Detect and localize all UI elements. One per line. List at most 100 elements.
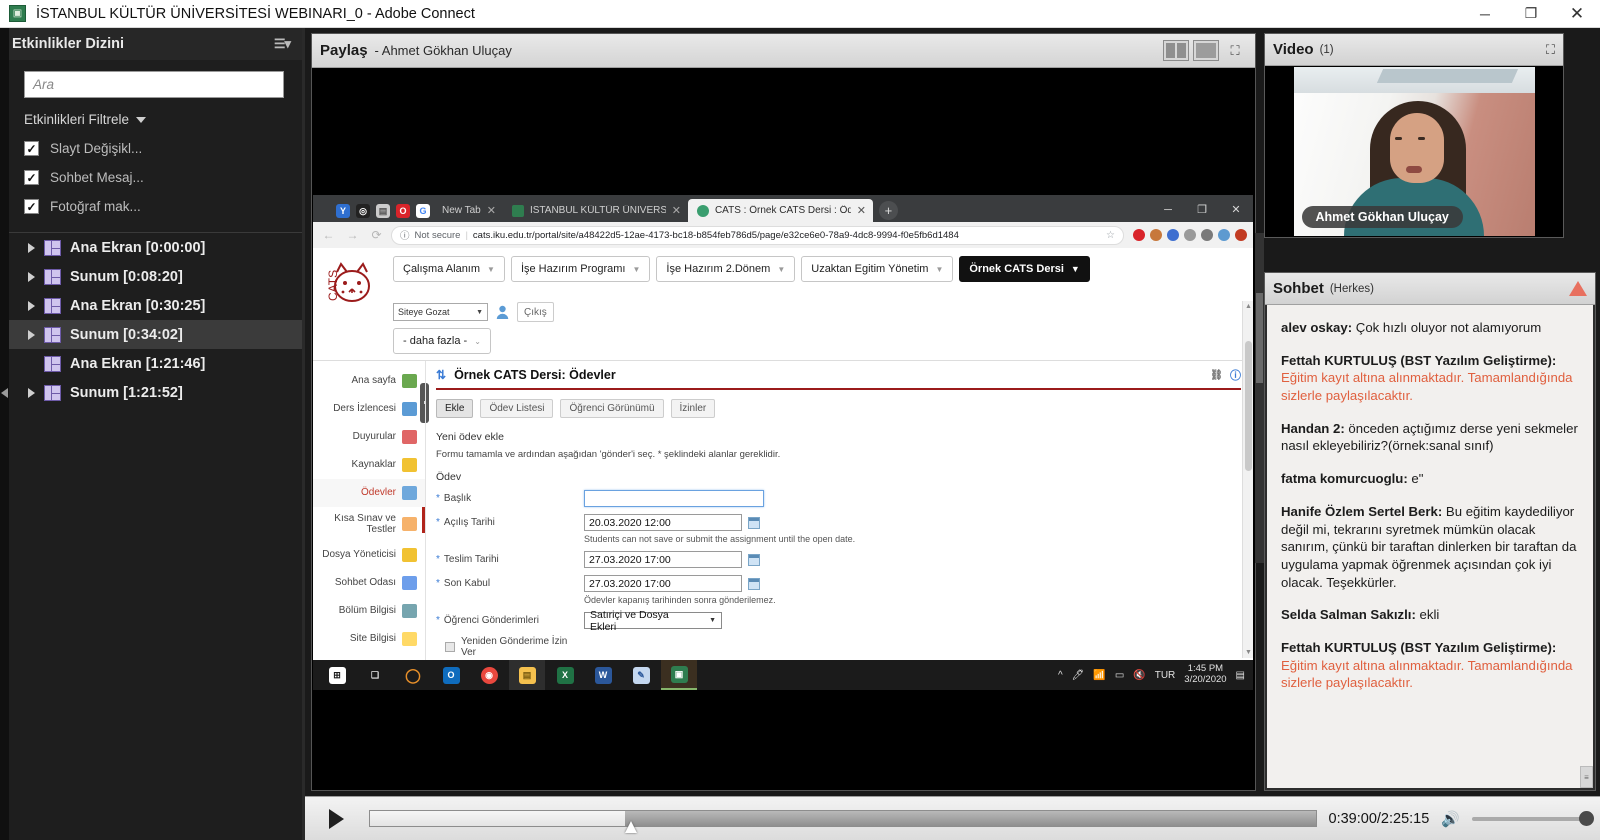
tool-kisa-sinav-ve-testler[interactable]: Kısa Sınav ve Testler [313,507,425,541]
tool-sohbet-odasi[interactable]: Sohbet Odası [313,569,425,597]
nav-item-ise-hazirim-programi[interactable]: İşe Hazırım Programı ▼ [511,256,650,282]
calendar-icon[interactable] [748,517,760,529]
hamburger-icon[interactable]: ☰▾ [274,36,290,52]
close-icon[interactable]: ✕ [487,204,496,217]
maximize-button[interactable]: ❐ [1508,0,1554,28]
browser-tab-iku[interactable]: İSTANBUL KÜLTÜR ÜNİVERSİTES ✕ [503,199,688,222]
due-date-input[interactable]: 27.03.2020 17:00 [584,551,742,568]
tool-ders-izlencesi[interactable]: Ders İzlencesi [313,395,425,423]
reload-icon[interactable]: ⟳ [367,226,386,245]
search-input[interactable]: Ara [24,71,284,98]
paint-icon[interactable]: ✎ [623,660,659,690]
extension-icon-3[interactable] [1167,229,1179,241]
scroll-up-icon[interactable]: ▲ [1245,303,1252,310]
filter-checkbox-chat[interactable]: ✓ Sohbet Mesaj... [24,170,302,185]
calendar-icon[interactable] [748,554,760,566]
volume-muted-icon[interactable]: 🔇 [1133,670,1145,681]
full-layout-icon[interactable] [1193,40,1219,61]
event-item-3-selected[interactable]: Sunum [0:34:02] [0,320,302,349]
submissions-select[interactable]: Satıriçi ve Dosya Ekleri ▼ [584,612,722,629]
nav-item-uzaktan-egitim-yonetim[interactable]: Uzaktan Egitim Yönetim ▼ [801,256,953,282]
play-button[interactable] [315,802,357,836]
close-button[interactable]: ✕ [1554,0,1600,28]
tool-duyurular[interactable]: Duyurular [313,423,425,451]
link-icon[interactable]: ⛓ [1210,370,1223,381]
extension-icon-6[interactable] [1218,229,1230,241]
close-icon[interactable]: ✕ [857,204,866,217]
expand-arrow-icon[interactable] [28,301,35,311]
minimize-button[interactable]: ─ [1462,0,1508,28]
extension-icon-1[interactable] [1133,229,1145,241]
close-icon[interactable]: ✕ [672,204,681,217]
tool-ana-sayfa[interactable]: Ana sayfa [313,367,425,395]
filter-checkbox-slide[interactable]: ✓ Slayt Değişikl... [24,141,302,156]
address-bar[interactable]: ⓘ Not secure | cats.iku.edu.tr/portal/si… [391,226,1124,245]
tab-ogrenci-gorunumu[interactable]: Öğrenci Görünümü [560,399,663,418]
bookmark-favicon-3[interactable]: ▤ [373,200,393,222]
wifi-icon[interactable]: 📶 [1093,670,1105,681]
collapse-arrow-icon[interactable] [1,388,8,398]
browser-restore-button[interactable]: ❐ [1185,197,1219,222]
volume-slider[interactable] [1472,817,1590,821]
event-item-5[interactable]: Sunum [1:21:52] [0,378,302,407]
user-avatar-icon[interactable] [496,305,509,319]
resubmit-checkbox-row[interactable]: Yeniden Gönderime İzin Ver [436,636,584,658]
tool-dosya-yoneticisi[interactable]: Dosya Yöneticisi [313,541,425,569]
page-scrollbar[interactable]: ▲ ▼ [1242,301,1253,658]
progress-handle[interactable] [625,821,637,833]
progress-bar[interactable] [369,810,1317,827]
warning-triangle-icon[interactable] [1569,281,1587,296]
pen-icon[interactable]: 🖊 [1072,670,1085,681]
bookmark-favicon-2[interactable]: ◎ [353,200,373,222]
chrome-icon[interactable]: ◉ [471,660,507,690]
tool-bolum-bilgisi[interactable]: Bölüm Bilgisi [313,597,425,625]
tool-kaynaklar[interactable]: Kaynaklar [313,451,425,479]
event-item-2[interactable]: Ana Ekran [0:30:25] [0,291,302,320]
clock[interactable]: 1:45 PM 3/20/2020 [1184,664,1226,686]
tab-izinler[interactable]: İzinler [671,399,716,418]
calendar-icon[interactable] [748,578,760,590]
star-icon[interactable]: ☆ [1106,230,1115,241]
site-browse-select[interactable]: Siteye Gozat ▼ [393,303,488,321]
scrollbar-thumb[interactable] [1245,341,1252,471]
extension-icon-5[interactable] [1201,229,1213,241]
accept-until-input[interactable]: 27.03.2020 17:00 [584,575,742,592]
event-item-0[interactable]: Ana Ekran [0:00:00] [0,233,302,262]
expand-arrow-icon[interactable] [28,388,35,398]
windows-start-icon[interactable]: ⊞ [319,660,355,690]
event-item-4[interactable]: Ana Ekran [1:21:46] [0,349,302,378]
nav-item-ornek-cats-dersi-active[interactable]: Örnek CATS Dersi ▼ [959,256,1089,282]
profile-avatar-icon[interactable] [1235,229,1247,241]
expand-arrow-icon[interactable] [28,243,35,253]
browser-minimize-button[interactable]: ─ [1151,197,1185,222]
scrollbar-thumb[interactable] [1256,293,1263,383]
fullscreen-icon[interactable]: ⛶ [1546,42,1555,58]
pods-scrollbar[interactable] [1255,233,1264,563]
browser-tab-new-tab[interactable]: New Tab ✕ [433,199,503,222]
back-arrow-icon[interactable]: ← [319,226,338,245]
browser-tab-cats[interactable]: CATS : Örnek CATS Dersi : Ödevl ✕ [688,199,873,222]
word-icon[interactable]: W [585,660,621,690]
tab-odev-listesi[interactable]: Ödev Listesi [480,399,553,418]
split-layout-icon[interactable] [1163,40,1189,61]
forward-arrow-icon[interactable]: → [343,226,362,245]
browser-close-button[interactable]: ✕ [1219,197,1253,222]
chat-message-list[interactable]: alev oskay: Çok hızlı oluyor not alamıyo… [1267,305,1593,788]
expand-arrow-icon[interactable] [28,272,35,282]
help-info-icon[interactable]: ⓘ [1230,367,1241,383]
adobe-connect-taskbar-icon[interactable]: ▣ [661,660,697,690]
fullscreen-icon[interactable]: ⛶ [1223,40,1247,61]
title-input[interactable] [584,490,764,507]
filter-events-dropdown[interactable]: Etkinlikleri Filtrele [24,112,302,127]
logout-button[interactable]: Çıkış [517,302,554,322]
file-explorer-icon[interactable]: ▤ [509,660,545,690]
nav-item-more[interactable]: - daha fazla - ⌄ [393,328,491,354]
event-item-1[interactable]: Sunum [0:08:20] [0,262,302,291]
nav-item-ise-hazirim-2-donem[interactable]: İşe Hazırım 2.Dönem ▼ [656,256,795,282]
battery-icon[interactable]: ▭ [1115,670,1124,681]
cortana-search-icon[interactable]: ◯ [395,660,431,690]
excel-icon[interactable]: X [547,660,583,690]
chat-resize-handle[interactable]: ≡ [1580,766,1593,788]
show-hidden-icons-icon[interactable]: ^ [1058,670,1063,681]
expand-arrow-icon[interactable] [28,330,35,340]
